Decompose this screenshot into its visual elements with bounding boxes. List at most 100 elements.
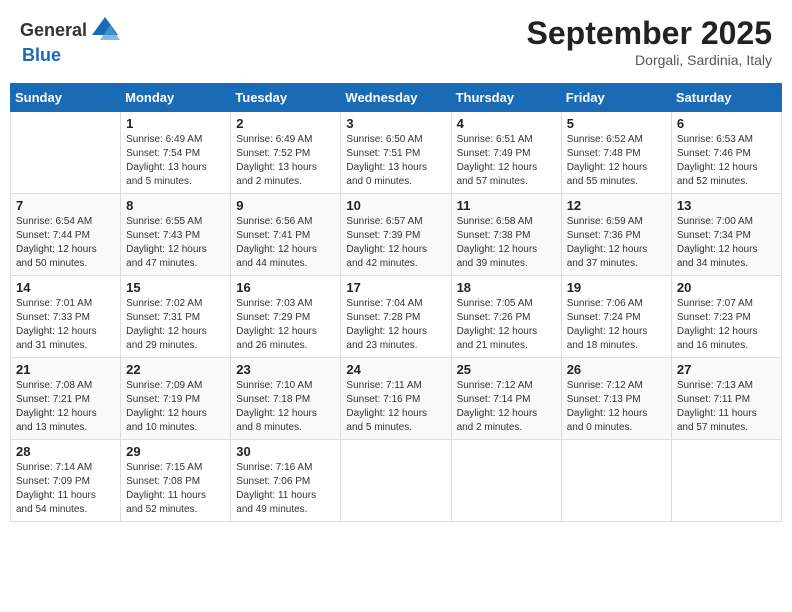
calendar-cell: 11Sunrise: 6:58 AM Sunset: 7:38 PM Dayli… xyxy=(451,194,561,276)
day-info: Sunrise: 7:13 AM Sunset: 7:11 PM Dayligh… xyxy=(677,379,776,435)
calendar-cell xyxy=(341,440,451,522)
day-number: 12 xyxy=(567,198,666,213)
calendar-cell: 19Sunrise: 7:06 AM Sunset: 7:24 PM Dayli… xyxy=(561,276,671,358)
calendar-cell xyxy=(561,440,671,522)
day-info: Sunrise: 6:52 AM Sunset: 7:48 PM Dayligh… xyxy=(567,133,666,189)
day-info: Sunrise: 7:11 AM Sunset: 7:16 PM Dayligh… xyxy=(346,379,445,435)
title-block: September 2025 Dorgali, Sardinia, Italy xyxy=(527,15,772,68)
weekday-header-row: SundayMondayTuesdayWednesdayThursdayFrid… xyxy=(11,84,782,112)
day-info: Sunrise: 7:08 AM Sunset: 7:21 PM Dayligh… xyxy=(16,379,115,435)
day-info: Sunrise: 7:07 AM Sunset: 7:23 PM Dayligh… xyxy=(677,297,776,353)
calendar-cell: 17 Sunrise: 7:04 AM Sunset: 7:28 PM Dayli… xyxy=(341,276,451,358)
calendar-cell: 24 Sunrise: 7:11 AM Sunset: 7:16 PM Dayli… xyxy=(341,358,451,440)
weekday-header-sunday: Sunday xyxy=(11,84,121,112)
day-info: Sunrise: 7:02 AM Sunset: 7:31 PM Dayligh… xyxy=(126,297,225,353)
day-number: 24 xyxy=(346,362,445,377)
day-number: 16 xyxy=(236,280,335,295)
calendar-cell: 4 Sunrise: 6:51 AM Sunset: 7:49 PM Daylig… xyxy=(451,112,561,194)
day-info: Sunrise: 7:12 AM Sunset: 7:14 PM Dayligh… xyxy=(457,379,556,435)
day-info: Sunrise: 6:49 AM Sunset: 7:52 PM Dayligh… xyxy=(236,133,335,189)
logo-general-text: General xyxy=(20,20,87,41)
calendar-cell: 6Sunrise: 6:53 AM Sunset: 7:46 PM Daylig… xyxy=(671,112,781,194)
day-number: 4 xyxy=(457,116,556,131)
day-number: 2 xyxy=(236,116,335,131)
logo-blue-text: Blue xyxy=(22,45,61,65)
day-info: Sunrise: 7:03 AM Sunset: 7:29 PM Dayligh… xyxy=(236,297,335,353)
day-info: Sunrise: 6:53 AM Sunset: 7:46 PM Dayligh… xyxy=(677,133,776,189)
day-number: 14 xyxy=(16,280,115,295)
calendar-cell: 18Sunrise: 7:05 AM Sunset: 7:26 PM Dayli… xyxy=(451,276,561,358)
calendar-cell: 26 Sunrise: 7:12 AM Sunset: 7:13 PM Dayli… xyxy=(561,358,671,440)
weekday-header-saturday: Saturday xyxy=(671,84,781,112)
calendar-cell xyxy=(671,440,781,522)
calendar-cell xyxy=(451,440,561,522)
day-number: 28 xyxy=(16,444,115,459)
day-info: Sunrise: 6:56 AM Sunset: 7:41 PM Dayligh… xyxy=(236,215,335,271)
location-subtitle: Dorgali, Sardinia, Italy xyxy=(527,52,772,68)
day-number: 26 xyxy=(567,362,666,377)
week-row-2: 7 Sunrise: 6:54 AM Sunset: 7:44 PM Daylig… xyxy=(11,194,782,276)
weekday-header-friday: Friday xyxy=(561,84,671,112)
calendar-cell: 15 Sunrise: 7:02 AM Sunset: 7:31 PM Dayli… xyxy=(121,276,231,358)
calendar-cell: 1 Sunrise: 6:49 AM Sunset: 7:54 PM Daylig… xyxy=(121,112,231,194)
day-number: 29 xyxy=(126,444,225,459)
day-info: Sunrise: 7:01 AM Sunset: 7:33 PM Dayligh… xyxy=(16,297,115,353)
day-number: 22 xyxy=(126,362,225,377)
day-info: Sunrise: 6:49 AM Sunset: 7:54 PM Dayligh… xyxy=(126,133,225,189)
day-info: Sunrise: 7:04 AM Sunset: 7:28 PM Dayligh… xyxy=(346,297,445,353)
week-row-4: 21 Sunrise: 7:08 AM Sunset: 7:21 PM Dayli… xyxy=(11,358,782,440)
weekday-header-monday: Monday xyxy=(121,84,231,112)
calendar-cell xyxy=(11,112,121,194)
day-number: 3 xyxy=(346,116,445,131)
calendar-cell: 8Sunrise: 6:55 AM Sunset: 7:43 PM Daylig… xyxy=(121,194,231,276)
day-info: Sunrise: 6:54 AM Sunset: 7:44 PM Dayligh… xyxy=(16,215,115,271)
calendar-cell: 3 Sunrise: 6:50 AM Sunset: 7:51 PM Daylig… xyxy=(341,112,451,194)
day-number: 21 xyxy=(16,362,115,377)
day-number: 8 xyxy=(126,198,225,213)
logo: General Blue xyxy=(20,15,120,66)
day-info: Sunrise: 6:51 AM Sunset: 7:49 PM Dayligh… xyxy=(457,133,556,189)
calendar-cell: 2 Sunrise: 6:49 AM Sunset: 7:52 PM Daylig… xyxy=(231,112,341,194)
day-number: 5 xyxy=(567,116,666,131)
calendar-cell: 5 Sunrise: 6:52 AM Sunset: 7:48 PM Daylig… xyxy=(561,112,671,194)
day-number: 7 xyxy=(16,198,115,213)
day-number: 9 xyxy=(236,198,335,213)
day-info: Sunrise: 7:00 AM Sunset: 7:34 PM Dayligh… xyxy=(677,215,776,271)
calendar-table: SundayMondayTuesdayWednesdayThursdayFrid… xyxy=(10,83,782,522)
day-info: Sunrise: 7:15 AM Sunset: 7:08 PM Dayligh… xyxy=(126,461,225,517)
day-info: Sunrise: 7:10 AM Sunset: 7:18 PM Dayligh… xyxy=(236,379,335,435)
calendar-cell: 12Sunrise: 6:59 AM Sunset: 7:36 PM Dayli… xyxy=(561,194,671,276)
calendar-cell: 10 Sunrise: 6:57 AM Sunset: 7:39 PM Dayli… xyxy=(341,194,451,276)
day-info: Sunrise: 6:50 AM Sunset: 7:51 PM Dayligh… xyxy=(346,133,445,189)
day-number: 10 xyxy=(346,198,445,213)
calendar-cell: 23 Sunrise: 7:10 AM Sunset: 7:18 PM Dayli… xyxy=(231,358,341,440)
weekday-header-wednesday: Wednesday xyxy=(341,84,451,112)
weekday-header-tuesday: Tuesday xyxy=(231,84,341,112)
calendar-cell: 21 Sunrise: 7:08 AM Sunset: 7:21 PM Dayli… xyxy=(11,358,121,440)
day-info: Sunrise: 7:06 AM Sunset: 7:24 PM Dayligh… xyxy=(567,297,666,353)
week-row-1: 1 Sunrise: 6:49 AM Sunset: 7:54 PM Daylig… xyxy=(11,112,782,194)
calendar-cell: 27 Sunrise: 7:13 AM Sunset: 7:11 PM Dayli… xyxy=(671,358,781,440)
weekday-header-thursday: Thursday xyxy=(451,84,561,112)
day-number: 17 xyxy=(346,280,445,295)
day-number: 13 xyxy=(677,198,776,213)
day-info: Sunrise: 7:12 AM Sunset: 7:13 PM Dayligh… xyxy=(567,379,666,435)
day-info: Sunrise: 7:14 AM Sunset: 7:09 PM Dayligh… xyxy=(16,461,115,517)
day-number: 23 xyxy=(236,362,335,377)
calendar-cell: 14 Sunrise: 7:01 AM Sunset: 7:33 PM Dayli… xyxy=(11,276,121,358)
calendar-cell: 28 Sunrise: 7:14 AM Sunset: 7:09 PM Dayli… xyxy=(11,440,121,522)
day-number: 1 xyxy=(126,116,225,131)
day-info: Sunrise: 6:57 AM Sunset: 7:39 PM Dayligh… xyxy=(346,215,445,271)
day-info: Sunrise: 6:58 AM Sunset: 7:38 PM Dayligh… xyxy=(457,215,556,271)
calendar-cell: 30Sunrise: 7:16 AM Sunset: 7:06 PM Dayli… xyxy=(231,440,341,522)
month-title: September 2025 xyxy=(527,15,772,52)
day-info: Sunrise: 7:05 AM Sunset: 7:26 PM Dayligh… xyxy=(457,297,556,353)
calendar-cell: 25Sunrise: 7:12 AM Sunset: 7:14 PM Dayli… xyxy=(451,358,561,440)
calendar-cell: 9 Sunrise: 6:56 AM Sunset: 7:41 PM Daylig… xyxy=(231,194,341,276)
day-number: 15 xyxy=(126,280,225,295)
calendar-cell: 7 Sunrise: 6:54 AM Sunset: 7:44 PM Daylig… xyxy=(11,194,121,276)
page-header: General Blue September 2025 Dorgali, Sar… xyxy=(10,10,782,73)
calendar-cell: 22 Sunrise: 7:09 AM Sunset: 7:19 PM Dayli… xyxy=(121,358,231,440)
day-number: 27 xyxy=(677,362,776,377)
day-info: Sunrise: 7:09 AM Sunset: 7:19 PM Dayligh… xyxy=(126,379,225,435)
